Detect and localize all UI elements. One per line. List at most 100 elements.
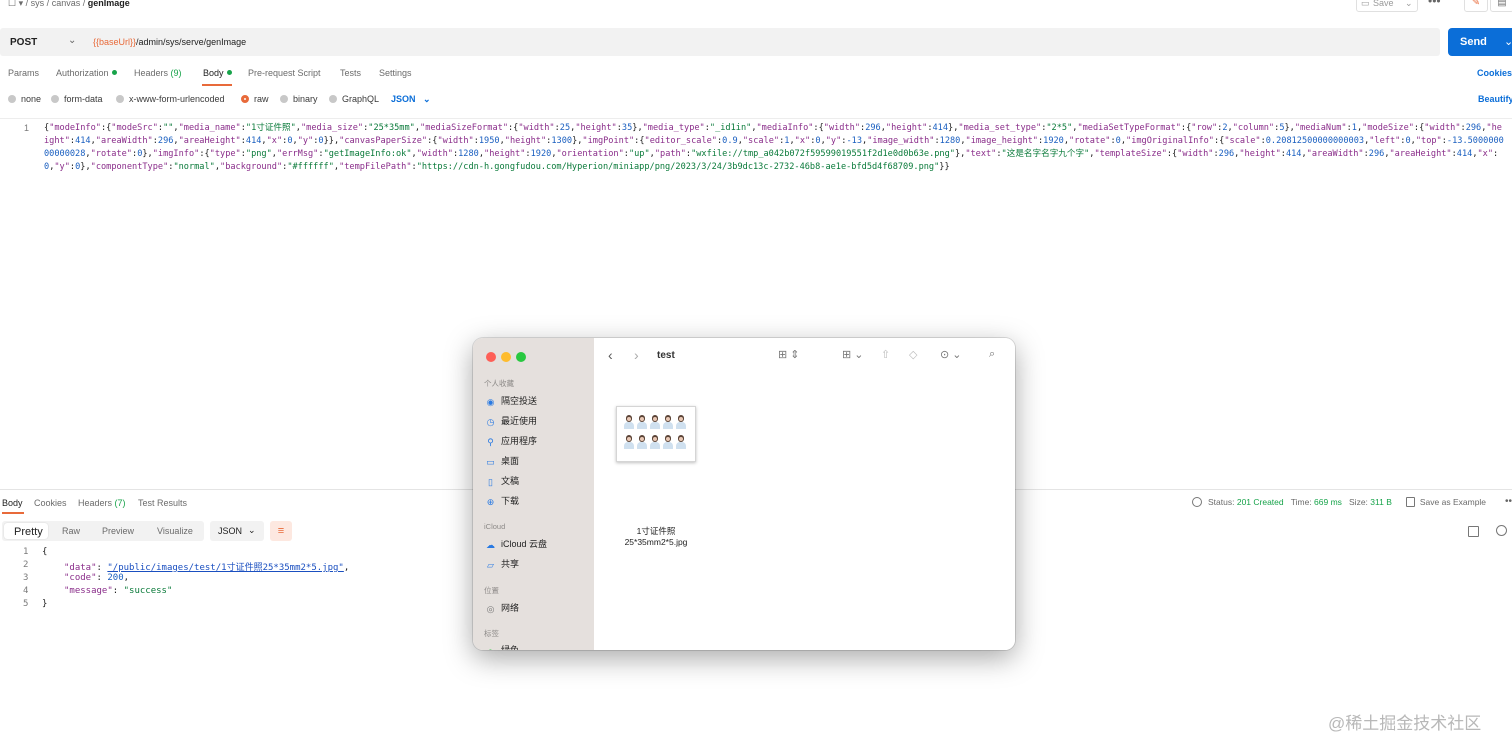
file-name[interactable]: 1寸证件照 25*35mm2*5.jpg xyxy=(594,526,718,548)
wrap-lines-icon[interactable]: ≡ xyxy=(270,521,292,541)
radio-form-data[interactable]: form-data xyxy=(51,94,103,104)
file-thumbnail[interactable] xyxy=(616,406,696,462)
more-options-icon[interactable]: ••• xyxy=(1505,496,1512,507)
top-bar: ☐ ▾ / sys / canvas / genImage ▭ Save ⌄ •… xyxy=(0,0,1512,12)
radio-graphql[interactable]: GraphQL xyxy=(329,94,379,104)
chevron-down-icon[interactable]: ⌄ xyxy=(1504,35,1512,48)
response-json-close: } xyxy=(42,599,48,609)
beautify-link[interactable]: Beautify xyxy=(1478,94,1512,104)
photo-portrait xyxy=(663,415,673,429)
icon-view-icon[interactable]: ⊞ ⇕ xyxy=(778,348,800,361)
sidebar-item-icloud-drive[interactable]: ☁ iCloud 云盘 xyxy=(485,537,547,550)
sidebar-item-tag-green[interactable]: ●绿色 xyxy=(485,643,519,650)
breadcrumb-item-canvas[interactable]: canvas xyxy=(52,0,81,8)
sidebar-item-applications[interactable]: ⚲ 应用程序 xyxy=(485,434,537,447)
breadcrumb-item-sys[interactable]: sys xyxy=(31,0,45,8)
cloud-icon: ☁ xyxy=(486,540,495,550)
globe-icon[interactable] xyxy=(1192,497,1202,507)
sidebar-item-network[interactable]: ◎ 网络 xyxy=(485,601,519,614)
radio-none[interactable]: none xyxy=(8,94,41,104)
size-value: 311 B xyxy=(1370,497,1392,507)
sidebar-section-icloud: iCloud xyxy=(484,522,506,531)
minimize-window-button[interactable] xyxy=(501,352,511,362)
cookies-link[interactable]: Cookies xyxy=(1477,68,1512,78)
sidebar-item-recents[interactable]: ◷ 最近使用 xyxy=(485,414,537,427)
request-icon: ☐ ▾ xyxy=(8,0,24,8)
active-tab-indicator xyxy=(2,512,24,514)
share-icon[interactable]: ⇧ xyxy=(881,348,890,361)
sidebar-item-documents[interactable]: ▯ 文稿 xyxy=(485,474,519,487)
response-tab-body[interactable]: Body xyxy=(2,498,23,508)
view-tab-pretty[interactable]: Pretty xyxy=(4,523,48,539)
sidebar-item-shared[interactable]: ▱ 共享 xyxy=(485,557,519,570)
response-data-link[interactable]: "/public/images/test/1寸证件照25*35mm2*5.jpg… xyxy=(107,563,343,573)
more-options-icon[interactable]: ••• xyxy=(1428,0,1441,8)
line-number: 1 xyxy=(24,123,30,133)
url-input[interactable]: {{baseUrl}}/admin/sys/serve/genImage xyxy=(93,37,246,47)
search-icon[interactable]: ⌕ xyxy=(989,348,995,361)
response-json-message: "message": "success" xyxy=(64,586,173,596)
view-tab-raw[interactable]: Raw xyxy=(62,526,80,536)
document-icon: ▯ xyxy=(488,477,493,487)
radio-binary[interactable]: binary xyxy=(280,94,318,104)
response-format-select[interactable]: JSON ⌄ xyxy=(210,521,264,541)
photo-portrait xyxy=(637,435,647,449)
chevron-down-icon[interactable]: ⌄ xyxy=(68,35,76,46)
radio-x-www-form-urlencoded[interactable]: x-www-form-urlencoded xyxy=(116,94,225,104)
sidebar-item-desktop[interactable]: ▭ 桌面 xyxy=(485,454,519,467)
tab-body[interactable]: Body xyxy=(203,68,232,78)
chevron-down-icon[interactable]: ⌄ xyxy=(1405,0,1413,9)
forward-icon[interactable]: › xyxy=(634,347,639,363)
radio-raw[interactable]: raw xyxy=(241,94,269,104)
photo-portrait xyxy=(650,415,660,429)
view-tab-preview[interactable]: Preview xyxy=(102,526,134,536)
finder-content: 1寸证件照 25*35mm2*5.jpg xyxy=(594,376,1015,650)
network-icon: ◎ xyxy=(486,604,495,614)
group-icon[interactable]: ⊞ ⌄ xyxy=(842,348,864,361)
save-as-example-button[interactable]: Save as Example xyxy=(1420,497,1486,507)
response-json-open: { xyxy=(42,547,48,557)
photo-portrait xyxy=(624,415,634,429)
tab-headers[interactable]: Headers (9) xyxy=(134,68,182,78)
response-tab-headers[interactable]: Headers (7) xyxy=(78,498,126,508)
document-icon[interactable]: ▤ xyxy=(1490,0,1512,12)
save-icon xyxy=(1405,497,1415,507)
green-tag-icon: ● xyxy=(485,646,496,650)
body-format-select[interactable]: JSON ⌄ xyxy=(391,94,431,105)
back-icon[interactable]: ‹ xyxy=(608,347,613,363)
close-window-button[interactable] xyxy=(486,352,496,362)
tab-settings[interactable]: Settings xyxy=(379,68,412,78)
sidebar-item-airdrop[interactable]: ◉ 隔空投送 xyxy=(485,394,537,407)
applications-icon: ⚲ xyxy=(487,437,494,447)
action-icon[interactable]: ⊙ ⌄ xyxy=(940,348,962,361)
shared-folder-icon: ▱ xyxy=(487,560,494,570)
status-value: 201 Created xyxy=(1236,497,1284,507)
tab-pre-request-script[interactable]: Pre-request Script xyxy=(248,68,321,78)
method-select[interactable]: POST xyxy=(10,37,37,48)
url-variable: {{baseUrl}} xyxy=(93,37,137,47)
response-tab-cookies[interactable]: Cookies xyxy=(34,498,67,508)
status-dot xyxy=(226,70,232,75)
airdrop-icon: ◉ xyxy=(486,397,495,407)
response-tab-test-results[interactable]: Test Results xyxy=(138,498,187,508)
line-number: 1 xyxy=(23,547,29,557)
maximize-window-button[interactable] xyxy=(516,352,526,362)
tab-tests[interactable]: Tests xyxy=(340,68,361,78)
sidebar-section-favorites: 个人收藏 xyxy=(484,379,514,388)
tab-authorization[interactable]: Authorization xyxy=(56,68,117,78)
request-body-code[interactable]: {"modeInfo":{"modeSrc":"","media_name":"… xyxy=(44,122,1506,174)
finder-window[interactable]: 个人收藏 ◉ 隔空投送 ◷ 最近使用 ⚲ 应用程序 ▭ 桌面 ▯ 文稿 ⊕ 下载 iClou… xyxy=(473,338,1015,650)
response-json-code: "code": 200, xyxy=(64,573,130,583)
tab-params[interactable]: Params xyxy=(8,68,39,78)
search-icon[interactable] xyxy=(1496,525,1507,536)
send-button[interactable]: Send ⌄ xyxy=(1448,28,1512,56)
copy-icon[interactable] xyxy=(1468,526,1479,537)
save-button[interactable]: ▭ Save ⌄ xyxy=(1356,0,1418,12)
finder-title: test xyxy=(657,350,675,361)
finder-toolbar: ‹ › test ⊞ ⇕ ⊞ ⌄ ⇧ ◇ ⊙ ⌄ ⌕ xyxy=(594,338,1015,376)
edit-icon[interactable]: ✎ xyxy=(1464,0,1488,12)
view-tab-visualize[interactable]: Visualize xyxy=(157,526,193,536)
response-view-tabs: Pretty Raw Preview Visualize xyxy=(2,521,204,541)
tag-icon[interactable]: ◇ xyxy=(909,348,917,361)
sidebar-item-downloads[interactable]: ⊕ 下载 xyxy=(485,494,519,507)
